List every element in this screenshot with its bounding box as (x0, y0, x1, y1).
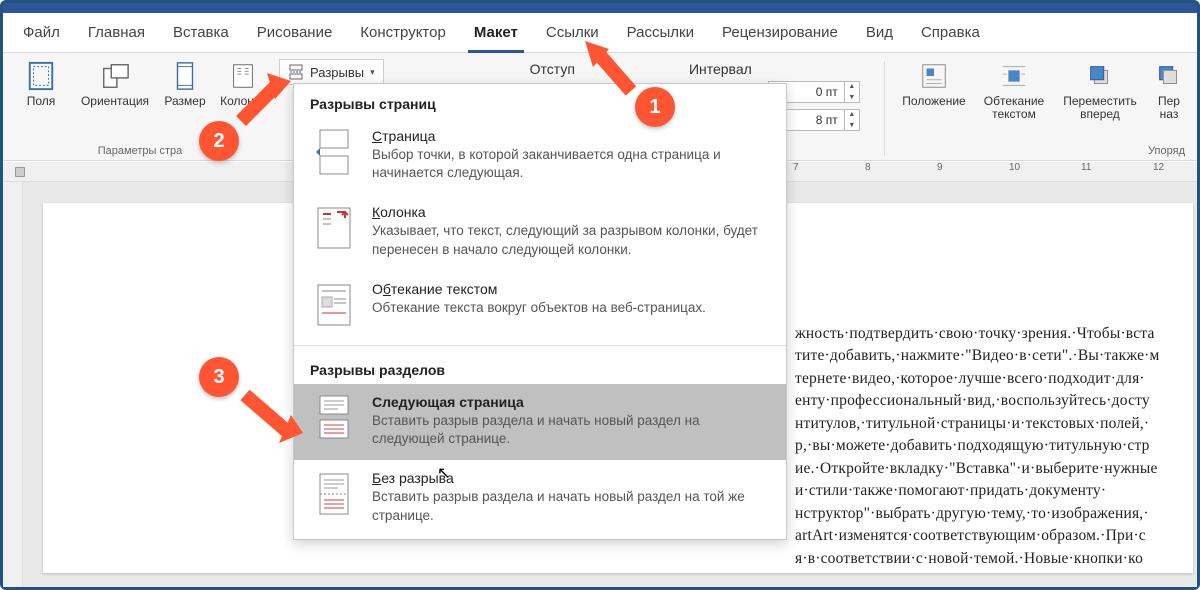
break-textwrap-desc: Обтекание текста вокруг объектов на веб-… (372, 299, 770, 317)
tab-file[interactable]: Файл (9, 13, 74, 53)
title-bar (3, 3, 1197, 13)
dropdown-separator (294, 345, 786, 346)
send-backward-button[interactable]: Пер наз (1147, 57, 1191, 125)
break-column-item[interactable]: Колонка Указывает, что текст, следующий … (294, 194, 786, 270)
tab-draw[interactable]: Рисование (243, 13, 347, 53)
ruler-marks: 789101112131415 (793, 162, 1197, 173)
wrap-text-button[interactable]: Обтекание текстом (975, 57, 1053, 125)
break-continuous-item[interactable]: Без разрыва Вставить разрыв раздела и на… (294, 460, 786, 536)
size-icon (170, 61, 200, 91)
break-continuous-title: Без разрыва (372, 470, 770, 486)
break-page-item[interactable]: Страница Выбор точки, в которой заканчив… (294, 118, 786, 194)
vertical-ruler[interactable] (3, 182, 23, 587)
tab-help[interactable]: Справка (907, 13, 994, 53)
nextpage-break-icon (314, 394, 354, 442)
send-backward-label: Пер наз (1149, 95, 1189, 121)
position-label: Положение (902, 95, 965, 108)
margins-icon (26, 61, 56, 91)
break-textwrap-item[interactable]: Обтекание текстом Обтекание текста вокру… (294, 271, 786, 341)
spin-up-icon[interactable]: ▲ (845, 81, 859, 92)
position-icon (919, 61, 949, 91)
spin-down-icon[interactable]: ▼ (845, 120, 859, 131)
callout-arrow-2 (229, 69, 299, 129)
spacing-label: Интервал (689, 61, 752, 77)
orientation-label: Ориентация (81, 95, 149, 108)
tab-design[interactable]: Конструктор (346, 13, 460, 53)
break-page-title: Страница (372, 128, 770, 144)
position-button[interactable]: Положение (895, 57, 973, 125)
column-break-icon (314, 204, 354, 252)
callout-1: 1 (635, 87, 675, 127)
break-nextpage-title: Следующая страница (372, 394, 770, 410)
break-column-title: Колонка (372, 204, 770, 220)
page-breaks-header: Разрывы страниц (294, 84, 786, 118)
break-nextpage-item[interactable]: Следующая страница Вставить разрыв разде… (294, 384, 786, 460)
break-nextpage-desc: Вставить разрыв раздела и начать новый р… (372, 412, 770, 448)
continuous-break-icon (314, 470, 354, 518)
break-textwrap-title: Обтекание текстом (372, 281, 770, 297)
spin-down-icon[interactable]: ▼ (845, 92, 859, 103)
break-continuous-desc: Вставить разрыв раздела и начать новый р… (372, 488, 770, 524)
spin-up-icon[interactable]: ▲ (845, 109, 859, 120)
tab-layout[interactable]: Макет (460, 13, 532, 53)
indent-label: Отступ (530, 61, 575, 77)
document-body-text[interactable]: жность·подтвердить·свою·точку·зрения.·Чт… (795, 323, 1177, 570)
send-backward-icon (1154, 61, 1184, 91)
size-label: Размер (164, 95, 205, 108)
chevron-down-icon: ▾ (370, 67, 375, 78)
breaks-dropdown: Разрывы страниц Страница Выбор точки, в … (293, 83, 787, 540)
callout-2: 2 (199, 121, 239, 161)
tab-review[interactable]: Рецензирование (708, 13, 852, 53)
callout-arrow-3 (233, 383, 313, 453)
bring-forward-button[interactable]: Переместить вперед (1055, 57, 1145, 125)
orientation-icon (100, 61, 130, 91)
group-arrange: Положение Обтекание текстом Переместить … (895, 57, 1191, 160)
page-setup-group-label: Параметры стра (98, 145, 182, 160)
breaks-label: Разрывы (310, 65, 364, 80)
margins-label: Поля (27, 95, 56, 108)
page-break-icon (314, 128, 354, 176)
size-button[interactable]: Размер (157, 57, 213, 112)
break-page-desc: Выбор точки, в которой заканчивается одн… (372, 146, 770, 182)
callout-3: 3 (199, 357, 239, 397)
tab-insert[interactable]: Вставка (159, 13, 243, 53)
tab-home[interactable]: Главная (74, 13, 159, 53)
arrange-group-label: Упоряд (1148, 145, 1191, 160)
orientation-button[interactable]: Ориентация (75, 57, 155, 112)
break-column-desc: Указывает, что текст, следующий за разры… (372, 222, 770, 258)
bring-forward-label: Переместить вперед (1057, 95, 1143, 121)
bring-forward-icon (1085, 61, 1115, 91)
wrap-text-icon (999, 61, 1029, 91)
ruler-tab-well[interactable] (15, 167, 25, 177)
wrap-text-label: Обтекание текстом (977, 95, 1051, 121)
textwrap-break-icon (314, 281, 354, 329)
tab-view[interactable]: Вид (852, 13, 907, 53)
margins-button[interactable]: Поля (9, 57, 73, 112)
section-breaks-header: Разрывы разделов (294, 350, 786, 384)
